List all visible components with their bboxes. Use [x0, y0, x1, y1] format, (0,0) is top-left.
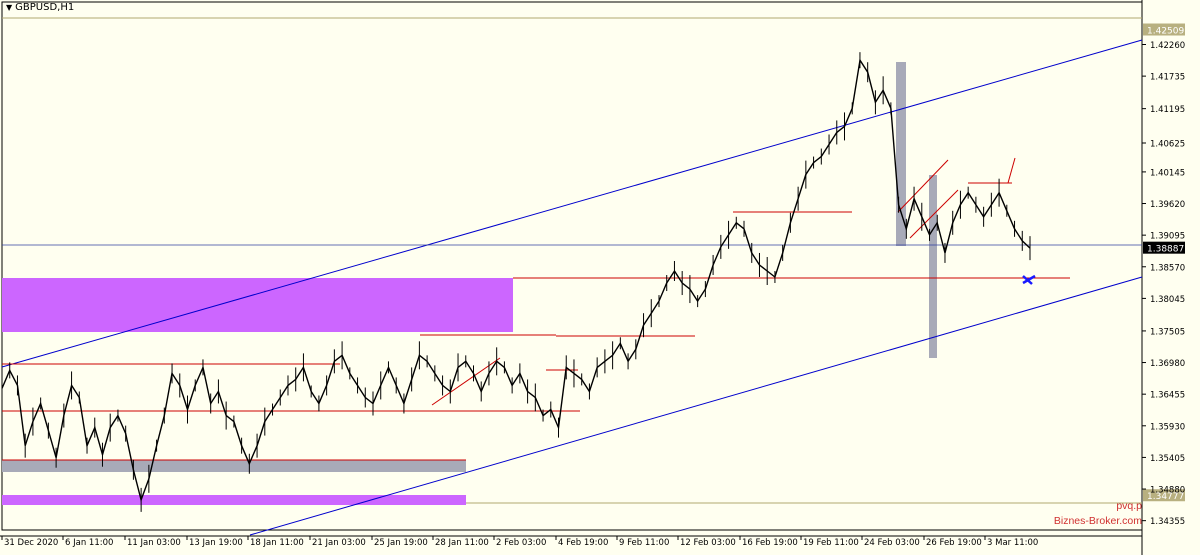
y-tick-label: 1.38045 — [1150, 295, 1185, 305]
x-tick-label: 26 Feb 19:00 — [926, 538, 982, 548]
gray-zone — [2, 460, 466, 472]
x-tick-label: 4 Feb 19:00 — [558, 538, 608, 548]
red-level-line — [1007, 157, 1016, 184]
price-tag-current: 1.38887 — [1147, 245, 1184, 255]
x-tick-label: 13 Jan 19:00 — [189, 538, 243, 548]
x-tick-label: 25 Jan 19:00 — [374, 538, 428, 548]
cross-marker — [1022, 274, 1036, 285]
purple-zone-upper — [2, 278, 513, 332]
x-tick-label: 12 Feb 03:00 — [680, 538, 736, 548]
y-tick-label: 1.41195 — [1150, 105, 1185, 115]
watermark-line1: pvq.p — [1116, 500, 1142, 512]
price-chart: 1.425091.388871.347771.422601.417351.411… — [0, 0, 1185, 555]
y-tick-label: 1.39095 — [1150, 232, 1185, 242]
y-tick-label: 1.35930 — [1150, 422, 1185, 432]
chart-area: 1.42509 1.38887 1.34777 1.42260 1.41735 1.411… — [0, 0, 1200, 555]
y-tick-label: 1.40625 — [1150, 139, 1185, 149]
y-tick-label: 1.36455 — [1150, 391, 1185, 401]
y-tick-label: 1.42260 — [1150, 41, 1185, 51]
symbol-label: GBPUSD,H1 — [15, 2, 75, 13]
x-tick-label: 24 Feb 03:00 — [864, 538, 920, 548]
y-tick-label: 1.40145 — [1150, 168, 1185, 178]
symbol-title: ▼ GBPUSD,H1 — [6, 2, 74, 13]
y-tick-label: 1.41735 — [1150, 73, 1185, 83]
y-tick-label: 1.38570 — [1150, 263, 1185, 273]
x-tick-label: 18 Jan 11:00 — [250, 538, 304, 548]
x-tick-label: 21 Jan 03:00 — [312, 538, 366, 548]
gray-bar-1 — [896, 62, 906, 246]
y-tick-label: 1.34355 — [1150, 517, 1185, 527]
y-tick-label: 1.36980 — [1150, 359, 1185, 369]
y-tick-label: 1.34880 — [1150, 486, 1185, 496]
purple-zone-lower — [2, 495, 466, 505]
x-tick-label: 11 Jan 03:00 — [127, 538, 181, 548]
watermark-line2: Biznes-Broker.com — [1053, 515, 1142, 527]
gray-bar-2 — [929, 175, 937, 358]
y-tick-label: 1.37505 — [1150, 327, 1185, 337]
x-tick-label: 6 Jan 11:00 — [65, 538, 113, 548]
plot-frame — [1, 1, 1143, 531]
channel-upper-line — [1, 39, 1143, 368]
x-tick-label: 9 Feb 11:00 — [619, 538, 669, 548]
price-tag-top: 1.42509 — [1147, 27, 1184, 37]
x-tick-label: 31 Dec 2020 — [4, 538, 58, 548]
dropdown-triangle-icon[interactable]: ▼ — [6, 3, 12, 12]
x-tick-label: 16 Feb 19:00 — [742, 538, 798, 548]
x-tick-label: 3 Mar 11:00 — [987, 538, 1038, 548]
x-tick-label: 2 Feb 03:00 — [496, 538, 546, 548]
y-tick-label: 1.35405 — [1150, 454, 1185, 464]
y-tick-label: 1.39620 — [1150, 200, 1185, 210]
x-tick-label: 19 Feb 11:00 — [803, 538, 859, 548]
x-tick-label: 28 Jan 11:00 — [435, 538, 489, 548]
